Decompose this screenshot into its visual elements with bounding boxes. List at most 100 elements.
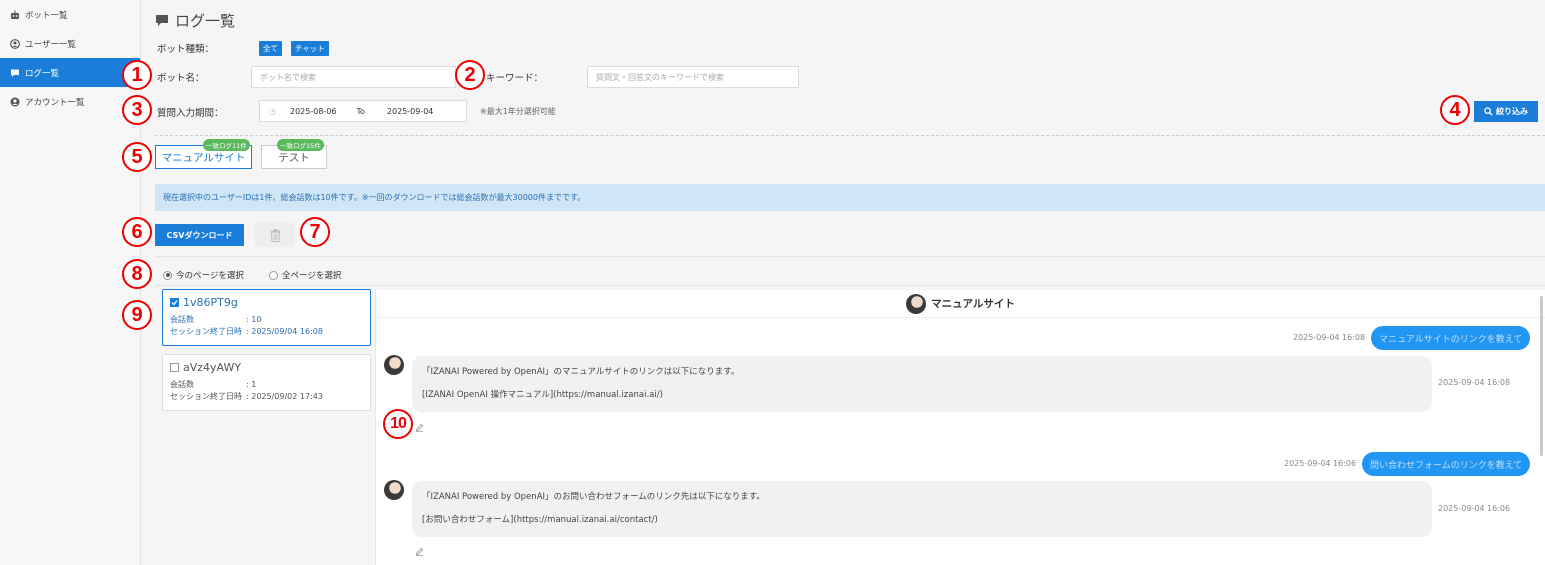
date-to-word: To <box>356 106 365 116</box>
chat-title: マニュアルサイト <box>931 298 1015 310</box>
comment-icon <box>10 68 20 78</box>
info-bar: 現在選択中のユーザーIDは1件、総会話数は10件です。※一回のダウンロードでは総… <box>155 184 1545 211</box>
csv-download-label: CSVダウンロード <box>166 230 233 240</box>
end-value: : 2025/09/02 17:43 <box>246 392 323 401</box>
sidebar-item-users[interactable]: ユーザー一覧 <box>0 29 140 58</box>
keyword-placeholder: 質問文・回答文のキーワードで検索 <box>596 72 724 82</box>
annotation-marker-9: 9 <box>122 300 152 330</box>
bot-timestamp: 2025-09-04 16:06 <box>1438 504 1511 513</box>
session-id: 1v86PT9g <box>183 296 238 309</box>
user-circle-icon <box>10 38 20 49</box>
radio-label: 全ページを選択 <box>282 271 342 281</box>
divider <box>155 256 1545 257</box>
bot-type-tag-all[interactable]: 全て <box>259 41 282 56</box>
user-message-text: 問い合わせフォームのリンクを教えて <box>1370 460 1523 471</box>
sidebar-item-label: アカウント一覧 <box>25 97 85 108</box>
count-label: 会話数 <box>170 380 194 389</box>
clock-icon: ◷ <box>269 106 276 116</box>
match-count-badge: 一致ログ15件 <box>277 139 324 151</box>
bot-message-line: [お問い合わせフォーム](https://manual.izanai.ai/co… <box>422 515 658 525</box>
period-note: ※最大1年分選択可能 <box>480 107 556 116</box>
search-button-label: 絞り込み <box>1496 107 1528 116</box>
bot-name-placeholder: ボット名で検索 <box>260 72 316 82</box>
period-label: 質問入力期間： <box>157 108 224 119</box>
chat-panel: マニュアルサイト 2025-09-04 16:08 マニュアルサイトのリンクを教… <box>375 290 1545 565</box>
annotation-marker-6: 6 <box>122 217 152 247</box>
end-label: セッション終了日時 <box>170 327 242 336</box>
annotation-marker-7: 7 <box>300 217 330 247</box>
bot-avatar <box>906 293 927 314</box>
info-text: 現在選択中のユーザーIDは1件、総会話数は10件です。※一回のダウンロードでは総… <box>163 193 586 202</box>
annotation-marker-2: 2 <box>455 60 485 90</box>
annotation-marker-5: 5 <box>122 142 152 172</box>
sidebar-item-accounts[interactable]: アカウント一覧 <box>0 87 140 116</box>
bot-type-label: ボット種類： <box>157 44 215 55</box>
select-all-pages[interactable]: 全ページを選択 <box>269 269 341 281</box>
bot-avatar <box>384 355 404 375</box>
main-content: ログ一覧 ボット種類： 全て チャット ボット名： ボット名で検索 キーワード：… <box>141 0 1545 565</box>
checkbox-checked[interactable] <box>170 298 179 307</box>
page-title: ログ一覧 <box>155 10 235 31</box>
bot-message: 「IZANAI Powered by OpenAI」のお問い合わせフォームのリン… <box>412 481 1432 537</box>
date-range-picker[interactable]: ◷ 2025-08-06 To 2025-09-04 <box>259 100 467 122</box>
search-button[interactable]: 絞り込み <box>1474 101 1538 122</box>
sidebar-item-label: ログ一覧 <box>25 68 60 79</box>
bot-message-line: 「IZANAI Powered by OpenAI」のお問い合わせフォームのリン… <box>422 492 765 502</box>
csv-download-button[interactable]: CSVダウンロード <box>155 224 244 246</box>
chat-scrollbar[interactable] <box>1540 296 1543 456</box>
keyword-label: キーワード： <box>486 73 544 84</box>
sidebar-item-logs[interactable]: ログ一覧 <box>0 58 140 87</box>
session-card[interactable]: aVz4yAWY 会話数 : 1 セッション終了日時 : 2025/09/02 17… <box>162 354 371 411</box>
account-icon <box>10 97 20 107</box>
bot-message: 「IZANAI Powered by OpenAI」のマニュアルサイトのリンクは… <box>412 356 1432 412</box>
sidebar-item-label: ボット一覧 <box>25 10 68 21</box>
bot-name-input[interactable]: ボット名で検索 <box>251 66 456 88</box>
edit-icon[interactable] <box>415 547 424 559</box>
bot-message-line: [IZANAI OpenAI 操作マニュアル](https://manual.i… <box>422 390 663 400</box>
end-label: セッション終了日時 <box>170 392 242 401</box>
session-id: aVz4yAWY <box>183 361 242 374</box>
session-card[interactable]: 1v86PT9g 会話数 : 10 セッション終了日時 : 2025/09/04 1… <box>162 289 371 346</box>
edit-icon[interactable] <box>415 423 424 435</box>
count-value: : 10 <box>246 315 262 324</box>
user-message-text: マニュアルサイトのリンクを教えて <box>1379 334 1523 345</box>
radio-checked[interactable] <box>163 270 172 280</box>
count-value: : 1 <box>246 380 257 389</box>
trash-icon <box>270 228 280 242</box>
checkbox-unchecked[interactable] <box>170 363 179 372</box>
annotation-marker-4: 4 <box>1440 95 1470 125</box>
search-icon <box>1484 107 1493 116</box>
divider <box>155 285 1545 286</box>
tab-label: マニュアルサイト <box>161 151 246 164</box>
tab-label: テスト <box>278 151 310 164</box>
date-to[interactable]: 2025-09-04 <box>387 107 434 116</box>
sidebar-item-label: ユーザー一覧 <box>25 39 76 50</box>
radio-unchecked[interactable] <box>269 270 278 280</box>
select-this-page[interactable]: 今のページを選択 <box>163 269 244 281</box>
bot-message-line: 「IZANAI Powered by OpenAI」のマニュアルサイトのリンクは… <box>422 367 740 377</box>
count-label: 会話数 <box>170 315 194 324</box>
divider <box>155 135 1545 136</box>
date-from[interactable]: 2025-08-06 <box>290 107 337 116</box>
annotation-marker-8: 8 <box>122 259 152 289</box>
page-title-text: ログ一覧 <box>175 12 236 30</box>
bot-name-label: ボット名： <box>157 73 205 84</box>
bot-timestamp: 2025-09-04 16:08 <box>1438 378 1511 387</box>
robot-icon <box>10 10 20 20</box>
sidebar: ボット一覧 ユーザー一覧 ログ一覧 アカウント一覧 <box>0 0 141 565</box>
delete-button[interactable] <box>255 223 295 247</box>
chat-header: マニュアルサイト <box>376 290 1545 318</box>
user-message: マニュアルサイトのリンクを教えて <box>1371 326 1531 350</box>
annotation-marker-1: 1 <box>122 60 152 90</box>
bot-avatar <box>384 480 404 500</box>
sidebar-item-bots[interactable]: ボット一覧 <box>0 0 140 29</box>
keyword-input[interactable]: 質問文・回答文のキーワードで検索 <box>587 66 799 88</box>
bot-type-tag-chat[interactable]: チャット <box>291 41 329 56</box>
user-message: 問い合わせフォームのリンクを教えて <box>1362 452 1531 476</box>
annotation-marker-10: 10 <box>383 409 413 439</box>
match-count-badge: 一致ログ11件 <box>203 139 250 151</box>
comment-icon <box>156 15 168 26</box>
annotation-marker-3: 3 <box>122 95 152 125</box>
user-timestamp: 2025-09-04 16:08 <box>1293 333 1366 342</box>
end-value: : 2025/09/04 16:08 <box>246 327 323 336</box>
